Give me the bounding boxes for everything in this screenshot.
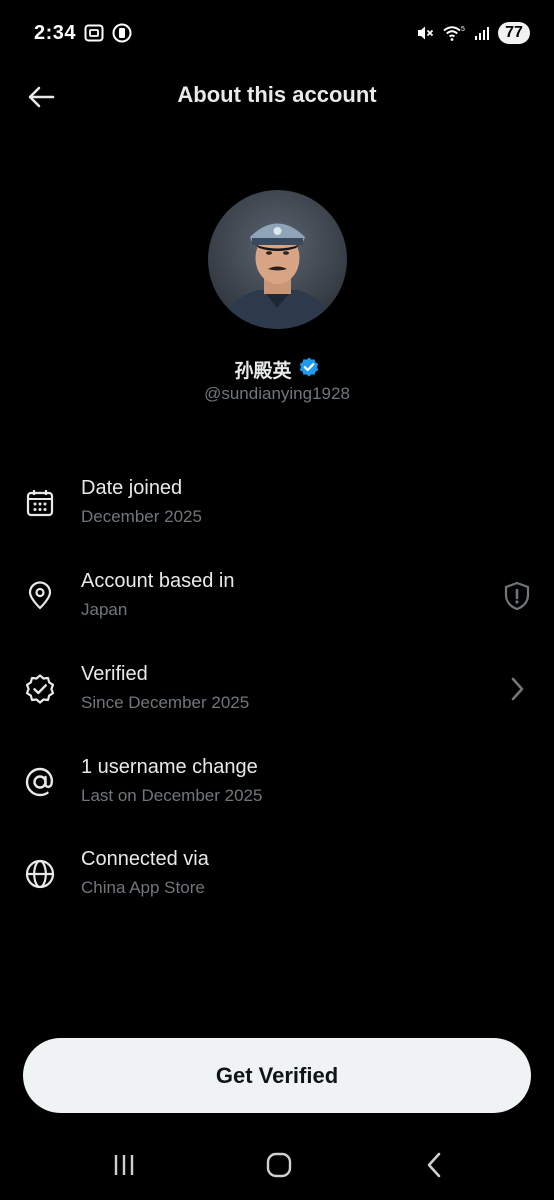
display-name: 孙殿英 — [234, 361, 292, 382]
calendar-icon — [24, 487, 56, 519]
header: About this account — [0, 66, 554, 128]
row-subtitle: China App Store — [81, 878, 205, 897]
info-row-username-changes: 1 username change Last on December 2025 — [0, 756, 554, 826]
globe-icon — [24, 858, 56, 890]
verified-badge-icon — [24, 673, 56, 705]
at-sign-icon — [24, 766, 56, 798]
display-name-row: 孙殿英 — [0, 356, 554, 383]
recent-apps-icon — [114, 1155, 134, 1175]
row-subtitle: Last on December 2025 — [81, 786, 263, 805]
screenshot-notification-icon — [84, 24, 104, 42]
chevron-right-icon[interactable] — [502, 673, 532, 705]
wifi-icon: 5 — [442, 24, 466, 42]
status-right: 5 77 — [416, 22, 530, 44]
status-bar: 2:34 5 77 — [0, 0, 554, 66]
battery-indicator: 77 — [498, 22, 530, 44]
row-title: Connected via — [81, 848, 209, 870]
signal-icon — [474, 25, 490, 41]
system-back-icon — [427, 1152, 441, 1178]
avatar[interactable] — [208, 190, 347, 329]
status-time: 2:34 — [34, 21, 77, 44]
verified-checkmark-icon — [298, 356, 320, 383]
home-button[interactable] — [259, 1148, 299, 1182]
system-navigation-bar — [0, 1130, 554, 1200]
get-verified-button[interactable]: Get Verified — [23, 1038, 531, 1113]
row-title: 1 username change — [81, 756, 258, 778]
lock-notification-icon — [112, 23, 132, 43]
location-pin-icon — [24, 580, 56, 612]
get-verified-label: Get Verified — [215, 1062, 339, 1088]
info-row-date-joined: Date joined December 2025 — [0, 477, 554, 547]
row-title: Verified — [81, 663, 148, 685]
info-row-connected-via: Connected via China App Store — [0, 848, 554, 918]
home-icon — [266, 1152, 292, 1178]
svg-text:5: 5 — [461, 26, 465, 33]
mute-icon — [416, 24, 434, 42]
shield-alert-icon[interactable] — [502, 580, 532, 612]
row-title: Date joined — [81, 477, 183, 499]
recent-apps-button[interactable] — [104, 1148, 144, 1182]
status-left: 2:34 — [34, 22, 132, 45]
row-subtitle: Japan — [81, 600, 128, 619]
username-handle: @sundianying1928 — [204, 384, 350, 403]
system-back-button[interactable] — [414, 1148, 454, 1182]
page-title: About this account — [177, 82, 377, 107]
row-subtitle: December 2025 — [81, 507, 202, 526]
info-row-account-based-in: Account based in Japan — [0, 570, 554, 640]
row-title: Account based in — [81, 570, 235, 592]
info-row-verified[interactable]: Verified Since December 2025 — [0, 663, 554, 733]
row-subtitle: Since December 2025 — [81, 693, 250, 712]
screen: 2:34 5 77 About this account 孙殿英 @sundia… — [0, 0, 554, 1200]
